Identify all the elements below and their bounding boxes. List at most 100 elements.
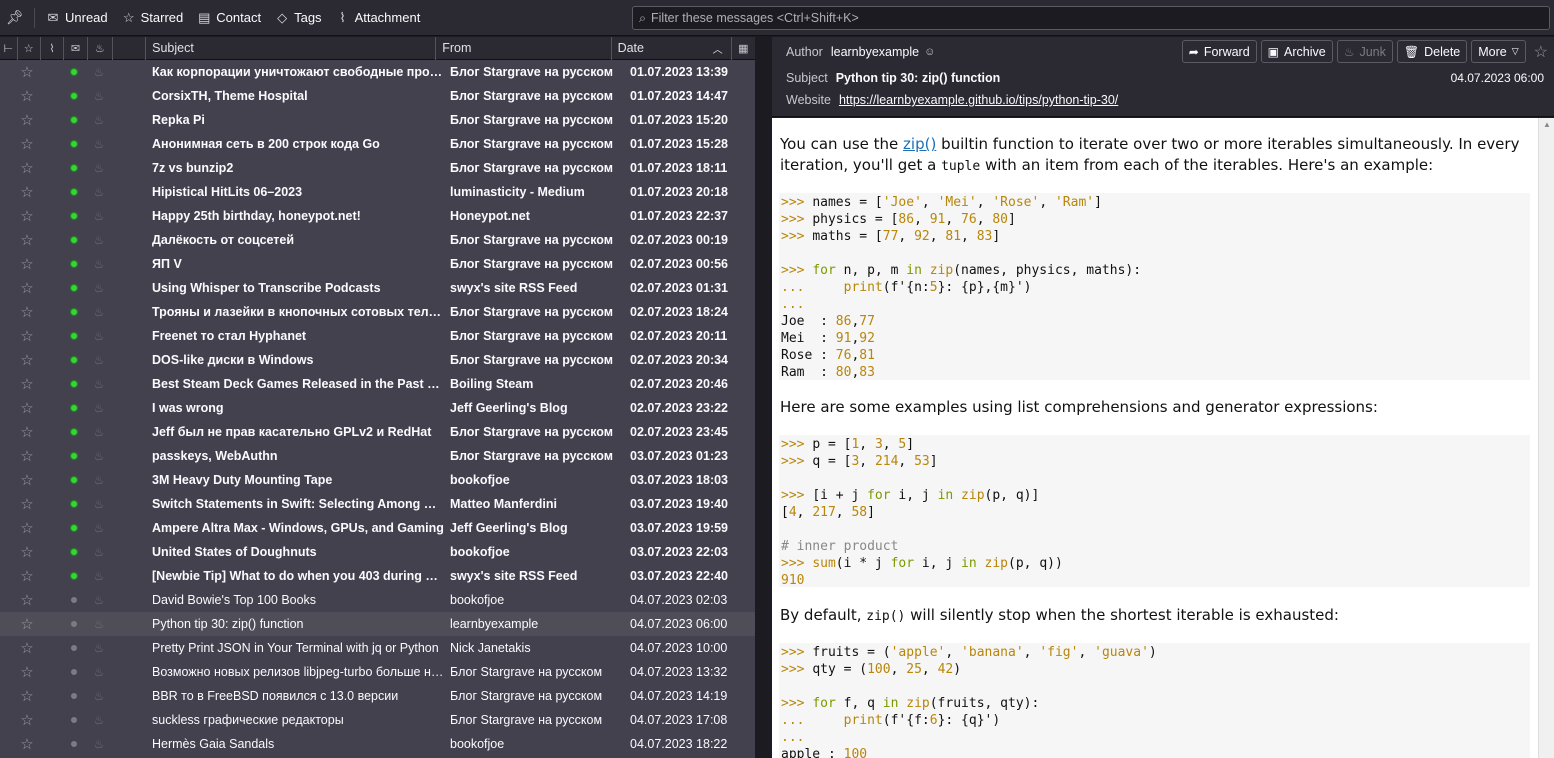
junk-status-icon[interactable]: ♨︎: [86, 156, 112, 180]
junk-status-icon[interactable]: ♨︎: [86, 732, 112, 756]
star-column-icon[interactable]: ☆: [18, 36, 41, 60]
read-status-icon[interactable]: [62, 420, 86, 444]
junk-status-icon[interactable]: ♨︎: [86, 84, 112, 108]
junk-status-icon[interactable]: ♨︎: [86, 300, 112, 324]
junk-status-icon[interactable]: ♨︎: [86, 204, 112, 228]
read-status-icon[interactable]: [62, 468, 86, 492]
junk-status-icon[interactable]: ♨︎: [86, 396, 112, 420]
star-icon[interactable]: ☆: [16, 108, 38, 132]
message-row[interactable]: ☆ ♨︎ passkeys, WebAuthn Блог Stargrave на р…: [0, 444, 755, 468]
message-row[interactable]: ☆ ♨︎ Ampere Altra Max - Windows, GPUs, and…: [0, 516, 755, 540]
filter-contact-button[interactable]: ▤ Contact: [190, 5, 268, 31]
star-icon[interactable]: ☆: [16, 324, 38, 348]
junk-status-icon[interactable]: ♨︎: [86, 588, 112, 612]
star-icon[interactable]: ☆: [16, 660, 38, 684]
read-status-icon[interactable]: [62, 252, 86, 276]
junk-status-icon[interactable]: ♨︎: [86, 684, 112, 708]
message-row[interactable]: ☆ ♨︎ [Newbie Tip] What to do when you 403 …: [0, 564, 755, 588]
star-icon[interactable]: ☆: [16, 276, 38, 300]
read-status-icon[interactable]: [62, 348, 86, 372]
star-icon[interactable]: ☆: [16, 732, 38, 756]
junk-status-icon[interactable]: ♨︎: [86, 492, 112, 516]
read-status-icon[interactable]: [62, 660, 86, 684]
read-status-icon[interactable]: [62, 684, 86, 708]
message-row[interactable]: ☆ ♨︎ Hermès Gaia Sandals bookofjoe 04.07.202…: [0, 732, 755, 756]
junk-button[interactable]: ♨︎ Junk: [1336, 40, 1393, 63]
zip-doc-link[interactable]: zip(): [903, 135, 936, 153]
read-status-icon[interactable]: [62, 60, 86, 84]
read-status-icon[interactable]: [62, 276, 86, 300]
filter-starred-button[interactable]: ☆ Starred: [115, 5, 191, 31]
junk-status-icon[interactable]: ♨︎: [86, 180, 112, 204]
message-row[interactable]: ☆ ♨︎ Как корпорации уничтожают свободные п…: [0, 60, 755, 84]
junk-status-icon[interactable]: ♨︎: [86, 348, 112, 372]
message-row[interactable]: ☆ ♨︎ Python tip 30: zip() function learnbye…: [0, 612, 755, 636]
forward-button[interactable]: ➦ Forward: [1181, 40, 1257, 63]
junk-status-icon[interactable]: ♨︎: [86, 636, 112, 660]
read-status-icon[interactable]: [62, 588, 86, 612]
star-icon[interactable]: ☆: [16, 636, 38, 660]
filter-tags-button[interactable]: ◇ Tags: [268, 5, 328, 31]
star-icon[interactable]: ☆: [16, 420, 38, 444]
star-icon[interactable]: ☆: [16, 252, 38, 276]
junk-status-icon[interactable]: ♨︎: [86, 468, 112, 492]
website-link[interactable]: https://learnbyexample.github.io/tips/py…: [839, 93, 1118, 107]
message-row[interactable]: ☆ ♨︎ Happy 25th birthday, honeypot.net! Hon…: [0, 204, 755, 228]
message-row[interactable]: ☆ ♨︎ BBR то в FreeBSD появился с 13.0 верс…: [0, 684, 755, 708]
star-icon[interactable]: ☆: [16, 492, 38, 516]
read-status-icon[interactable]: [62, 636, 86, 660]
read-status-icon[interactable]: [62, 300, 86, 324]
junk-status-icon[interactable]: ♨︎: [86, 108, 112, 132]
archive-button[interactable]: ▣ Archive: [1260, 40, 1333, 63]
message-row[interactable]: ☆ ♨︎ Hipistical HitLits 06–2023 luminastici…: [0, 180, 755, 204]
junk-status-icon[interactable]: ♨︎: [86, 612, 112, 636]
message-scrollbar[interactable]: ▲: [1538, 118, 1554, 758]
read-status-icon[interactable]: [62, 732, 86, 756]
read-status-icon[interactable]: [62, 204, 86, 228]
star-icon[interactable]: ☆: [16, 708, 38, 732]
message-row[interactable]: ☆ ♨︎ I was wrong Jeff Geerling's Blog 02.07.…: [0, 396, 755, 420]
star-icon[interactable]: ☆: [16, 228, 38, 252]
message-row[interactable]: ☆ ♨︎ Jeff был не прав касательно GPLv2 и R…: [0, 420, 755, 444]
message-row[interactable]: ☆ ♨︎ David Bowie's Top 100 Books bookofjoe 0…: [0, 588, 755, 612]
star-icon[interactable]: ☆: [16, 300, 38, 324]
star-icon[interactable]: ☆: [16, 60, 38, 84]
read-status-icon[interactable]: [62, 108, 86, 132]
filter-search-input[interactable]: ⌕ Filter these messages <Ctrl+Shift+K>: [632, 6, 1550, 30]
read-status-icon[interactable]: [62, 372, 86, 396]
star-icon[interactable]: ☆: [16, 156, 38, 180]
junk-status-icon[interactable]: ♨︎: [86, 372, 112, 396]
star-icon[interactable]: ☆: [16, 180, 38, 204]
message-row[interactable]: ☆ ♨︎ Freenet то стал Hyphanet Блог Stargrav…: [0, 324, 755, 348]
star-icon[interactable]: ☆: [16, 84, 38, 108]
message-row[interactable]: ☆ ♨︎ Best Steam Deck Games Released in the…: [0, 372, 755, 396]
message-row[interactable]: ☆ ♨︎ suckless графические редакторы Блог St…: [0, 708, 755, 732]
read-status-icon[interactable]: [62, 228, 86, 252]
star-icon[interactable]: ☆: [16, 444, 38, 468]
read-status-icon[interactable]: [62, 492, 86, 516]
author-value[interactable]: learnbyexample: [831, 45, 919, 59]
message-row[interactable]: ☆ ♨︎ Анонимная сеть в 200 строк кода Go Бло…: [0, 132, 755, 156]
message-row[interactable]: ☆ ♨︎ 3M Heavy Duty Mounting Tape bookofjoe 0…: [0, 468, 755, 492]
read-status-icon[interactable]: [62, 540, 86, 564]
junk-status-icon[interactable]: ♨︎: [86, 420, 112, 444]
star-icon[interactable]: ☆: [16, 468, 38, 492]
message-row[interactable]: ☆ ♨︎ ЯП V Блог Stargrave на русском 02.07.20…: [0, 252, 755, 276]
message-row[interactable]: ☆ ♨︎ CorsixTH, Theme Hospital Блог Stargrav…: [0, 84, 755, 108]
star-icon[interactable]: ☆: [16, 396, 38, 420]
junk-status-icon[interactable]: ♨︎: [86, 444, 112, 468]
junk-column-icon[interactable]: ♨︎: [88, 36, 113, 60]
read-status-icon[interactable]: [62, 708, 86, 732]
star-icon[interactable]: ☆: [16, 132, 38, 156]
junk-status-icon[interactable]: ♨︎: [86, 60, 112, 84]
junk-status-icon[interactable]: ♨︎: [86, 540, 112, 564]
message-row[interactable]: ☆ ♨︎ 7z vs bunzip2 Блог Stargrave на русско…: [0, 156, 755, 180]
star-icon[interactable]: ☆: [16, 204, 38, 228]
filter-attachment-button[interactable]: ⌇ Attachment: [329, 5, 428, 31]
star-icon[interactable]: ☆: [16, 516, 38, 540]
delete-button[interactable]: 🗑︎ Delete: [1396, 40, 1468, 63]
read-status-icon[interactable]: [62, 612, 86, 636]
junk-status-icon[interactable]: ♨︎: [86, 516, 112, 540]
junk-status-icon[interactable]: ♨︎: [86, 660, 112, 684]
junk-status-icon[interactable]: ♨︎: [86, 276, 112, 300]
